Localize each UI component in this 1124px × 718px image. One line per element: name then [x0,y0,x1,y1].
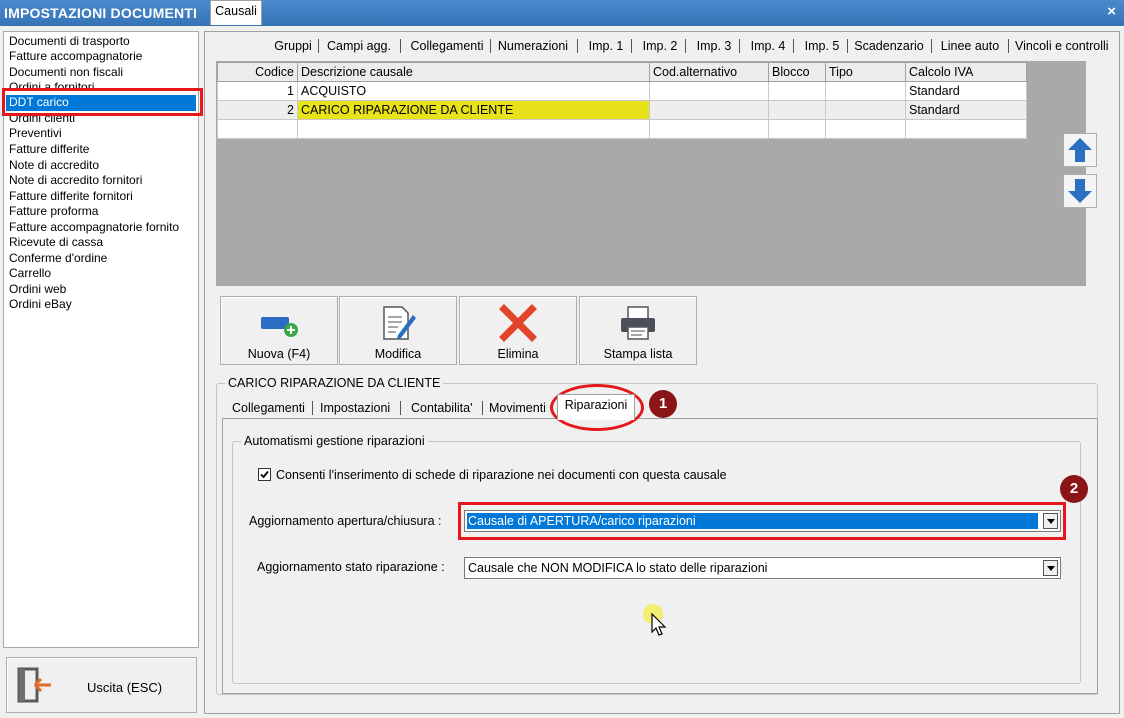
tab-linee-auto[interactable]: Linee auto [938,36,1002,56]
column-header-calcolo-iva[interactable]: Calcolo IVA [905,62,1027,82]
tab-scadenzario[interactable]: Scadenzario [852,36,926,56]
annotation-badge-1: 1 [649,390,677,418]
column-header-cod-alternativo[interactable]: Cod.alternativo [649,62,769,82]
repair-state-update-select[interactable]: Causale che NON MODIFICA lo stato delle … [464,557,1061,579]
cell-calcolo-iva: Standard [905,81,1027,101]
subtab-contabilita[interactable]: Contabilita' [411,398,479,418]
table-row-new[interactable] [217,119,1027,139]
cell-tipo [825,81,906,101]
exit-button[interactable]: Uscita (ESC) [6,657,197,713]
document-type-list[interactable]: Documenti di trasporto Fatture accompagn… [3,31,199,648]
sidebar-item-ordini-a-fornitori[interactable]: Ordini a fornitori [9,80,94,96]
sidebar-item-preventivi[interactable]: Preventivi [9,126,62,142]
column-header-descrizione[interactable]: Descrizione causale [297,62,650,82]
sidebar-item-conferme-d-ordine[interactable]: Conferme d'ordine [9,251,107,267]
cell-cod-alternativo [649,81,769,101]
column-header-blocco[interactable]: Blocco [768,62,826,82]
sidebar-item-fatture-differite-fornitori[interactable]: Fatture differite fornitori [9,189,133,205]
cell-tipo [825,100,906,120]
tab-imp-5[interactable]: Imp. 5 [800,36,844,56]
chevron-down-icon[interactable] [1043,560,1058,576]
tab-imp-3[interactable]: Imp. 3 [692,36,736,56]
open-close-update-select[interactable]: Causale di APERTURA/carico riparazioni [464,510,1061,532]
sidebar-item-ordini-web[interactable]: Ordini web [9,282,66,298]
open-close-update-value: Causale di APERTURA/carico riparazioni [467,513,1038,529]
sidebar-item-fatture-accompagnatorie-fornitori[interactable]: Fatture accompagnatorie fornito [9,220,179,236]
delete-x-icon [499,304,537,342]
subtab-riparazioni[interactable]: Riparazioni [557,394,635,420]
printer-icon [621,306,655,340]
column-header-tipo[interactable]: Tipo [825,62,906,82]
tab-campi-agg[interactable]: Campi agg. [324,36,394,56]
allow-repair-cards-label: Consenti l'inserimento di schede di ripa… [276,468,727,482]
sidebar-item-fatture-accompagnatorie[interactable]: Fatture accompagnatorie [9,49,142,65]
sidebar-item-carrello[interactable]: Carrello [9,266,51,282]
table-row-selected[interactable]: 2 CARICO RIPARAZIONE DA CLIENTE Standard [217,100,1027,120]
new-button[interactable]: Nuova (F4) [220,296,338,365]
column-header-codice[interactable]: Codice [217,62,298,82]
tab-imp-2[interactable]: Imp. 2 [638,36,682,56]
title-bar: IMPOSTAZIONI DOCUMENTI × [0,0,1124,26]
tab-causali[interactable]: Causali [210,0,262,25]
annotation-badge-2: 2 [1060,475,1088,503]
cell-blocco [768,100,826,120]
sidebar-item-note-di-accredito-fornitori[interactable]: Note di accredito fornitori [9,173,142,189]
arrow-up-icon [1068,138,1092,162]
print-list-button-label: Stampa lista [603,347,673,361]
allow-repair-cards-checkbox[interactable] [258,468,271,481]
sidebar-item-note-di-accredito[interactable]: Note di accredito [9,158,99,174]
tab-numerazioni[interactable]: Numerazioni [495,36,571,56]
table-row[interactable]: 1 ACQUISTO Standard [217,81,1027,101]
sidebar-item-ordini-ebay[interactable]: Ordini eBay [9,297,72,313]
open-close-update-label: Aggiornamento apertura/chiusura : [249,514,442,528]
delete-button-label: Elimina [497,347,539,361]
repair-state-update-label: Aggiornamento stato riparazione : [257,560,445,574]
table-header-row: Codice Descrizione causale Cod.alternati… [217,62,1027,82]
window-title: IMPOSTAZIONI DOCUMENTI [4,5,198,21]
close-icon[interactable]: × [1107,3,1116,20]
move-down-button[interactable] [1063,174,1097,208]
new-button-label: Nuova (F4) [247,347,311,361]
cell-codice: 2 [217,100,298,120]
edit-button-label: Modifica [374,347,422,361]
sidebar-item-ddt-carico[interactable]: DDT carico [6,95,196,111]
checkmark-icon [260,470,269,479]
cell-codice: 1 [217,81,298,101]
tab-gruppi[interactable]: Gruppi [272,36,314,56]
cell-calcolo-iva: Standard [905,100,1027,120]
sidebar-item-documenti-di-trasporto[interactable]: Documenti di trasporto [9,34,130,50]
exit-button-label: Uscita (ESC) [87,680,163,695]
cell-blocco [768,81,826,101]
causale-detail-title: CARICO RIPARAZIONE DA CLIENTE [225,376,444,390]
subtab-impostazioni[interactable]: Impostazioni [320,398,396,418]
mouse-cursor-icon [651,613,667,636]
cell-descrizione: ACQUISTO [297,81,650,101]
tab-imp-4[interactable]: Imp. 4 [746,36,790,56]
subtab-collegamenti[interactable]: Collegamenti [232,398,308,418]
move-up-button[interactable] [1063,133,1097,167]
sidebar-item-fatture-differite[interactable]: Fatture differite [9,142,89,158]
causali-table[interactable]: Codice Descrizione causale Cod.alternati… [217,62,1027,139]
sidebar-item-ordini-clienti[interactable]: Ordini clienti [9,111,75,127]
add-new-icon [261,317,298,337]
automation-group-title: Automatismi gestione riparazioni [241,434,428,448]
tab-collegamenti[interactable]: Collegamenti [407,36,487,56]
tab-vincoli-e-controlli[interactable]: Vincoli e controlli [1015,36,1115,56]
tab-imp-1[interactable]: Imp. 1 [584,36,628,56]
arrow-down-icon [1068,179,1092,203]
cell-cod-alternativo [649,100,769,120]
sidebar-item-ricevute-di-cassa[interactable]: Ricevute di cassa [9,235,103,251]
print-list-button[interactable]: Stampa lista [579,296,697,365]
delete-button[interactable]: Elimina [459,296,577,365]
subtab-movimenti[interactable]: Movimenti [489,398,551,418]
sidebar-item-fatture-proforma[interactable]: Fatture proforma [9,204,98,220]
edit-button[interactable]: Modifica [339,296,457,365]
edit-document-icon [383,306,416,340]
cell-descrizione: CARICO RIPARAZIONE DA CLIENTE [297,100,650,120]
repair-state-update-value: Causale che NON MODIFICA lo stato delle … [468,561,768,575]
exit-door-icon [17,667,51,703]
sidebar-item-documenti-non-fiscali[interactable]: Documenti non fiscali [9,65,123,81]
chevron-down-icon[interactable] [1043,513,1058,529]
